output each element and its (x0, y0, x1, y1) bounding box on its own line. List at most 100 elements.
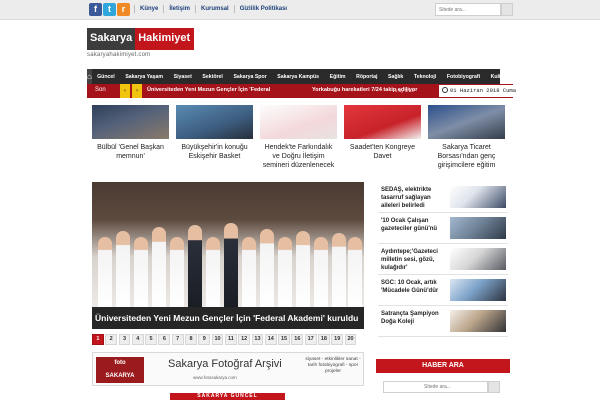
page-button[interactable]: 11 (224, 334, 237, 345)
page-button[interactable]: 10 (211, 334, 224, 345)
nav-item-fotobiyografi[interactable]: Fotobiyografi (442, 74, 486, 80)
news-card-title[interactable]: Sakarya Ticaret Borsası'ndan genç girişi… (428, 143, 505, 170)
list-item-title[interactable]: SGC: 10 Ocak, artık 'Mücadele Günü'dür (381, 279, 449, 295)
page-button[interactable]: 4 (131, 334, 144, 345)
slider-image[interactable] (92, 182, 364, 307)
ticker-headline-1[interactable]: Üniversiteden Yeni Mezun Gençler İçin 'F… (147, 87, 270, 93)
foto-banner-url: www.fotosakarya.com (193, 375, 237, 380)
page-button[interactable]: 18 (318, 334, 330, 345)
page-button[interactable]: 9 (198, 334, 211, 345)
news-card-title[interactable]: Bülbül 'Genel Başkan memnun' (92, 143, 169, 161)
photo-figure (170, 237, 184, 307)
page-button[interactable]: 7 (171, 334, 184, 345)
list-item[interactable]: '10 Ocak Çalışan gazeteciler günü'nü (378, 213, 508, 244)
news-card-thumbnail[interactable] (344, 105, 421, 139)
page-button[interactable]: 5 (145, 334, 157, 345)
list-item-thumbnail[interactable] (450, 279, 506, 301)
page-button[interactable]: 19 (331, 334, 344, 345)
photo-figure (348, 237, 362, 307)
news-card-title[interactable]: Büyükşehir'in konuğu Eskişehir Basket (176, 143, 253, 161)
list-item-title[interactable]: Satrançta Şampiyon Doğa Koleji (381, 310, 449, 326)
list-item-thumbnail[interactable] (450, 186, 506, 208)
featured-cards: Bülbül 'Genel Başkan memnun' Büyükşehir'… (92, 105, 510, 175)
list-item[interactable]: SEDAŞ, elektrikte tasarruf sağlayan aile… (378, 182, 508, 213)
photo-figure (242, 237, 256, 307)
list-item-thumbnail[interactable] (450, 248, 506, 270)
nav-item-kulis[interactable]: Kulis (485, 74, 508, 80)
slider-caption[interactable]: Üniversiteden Yeni Mezun Gençler İçin 'F… (92, 307, 364, 329)
site-logo[interactable]: Sakarya Hakimiyet sakaryahakimiyet.com (87, 28, 195, 58)
ticker-prev-icon[interactable]: ‹ (120, 84, 130, 98)
news-card-thumbnail[interactable] (92, 105, 169, 139)
photo-figure (188, 225, 202, 307)
twitter-icon[interactable]: t (103, 3, 116, 16)
facebook-icon[interactable]: f (89, 3, 102, 16)
page-button[interactable]: 16 (291, 334, 304, 345)
news-card[interactable]: Hendek'te Farkındalık ve Doğru İletişim … (260, 105, 337, 175)
photo-figure (260, 229, 274, 307)
headline-slider[interactable]: Üniversiteden Yeni Mezun Gençler İçin 'F… (92, 182, 364, 330)
page-button[interactable]: 17 (304, 334, 317, 345)
page-button[interactable]: 15 (278, 334, 290, 345)
news-card-thumbnail[interactable] (176, 105, 253, 139)
nav-item-roportaj[interactable]: Röportaj (351, 74, 383, 80)
news-card[interactable]: Sakarya Ticaret Borsası'ndan genç girişi… (428, 105, 505, 175)
foto-banner-title: Sakarya Fotoğraf Arşivi (168, 358, 282, 370)
photo-figure (332, 233, 346, 307)
news-card-thumbnail[interactable] (428, 105, 505, 139)
sidebar-search-button[interactable] (488, 381, 500, 393)
list-item-thumbnail[interactable] (450, 310, 506, 332)
news-card-thumbnail[interactable] (260, 105, 337, 139)
nav-item-sakarya-spor[interactable]: Sakarya Spor (228, 74, 272, 80)
nav-item-egitim[interactable]: Eğitim (324, 74, 350, 80)
news-card-title[interactable]: Saadet'ten Kongreye Davet (344, 143, 421, 161)
news-card[interactable]: Saadet'ten Kongreye Davet (344, 105, 421, 175)
list-item[interactable]: Aydıntepe;'Gazeteci milletin sesi, gözü,… (378, 244, 508, 275)
page-button[interactable]: 3 (118, 334, 131, 345)
page-button[interactable]: 8 (185, 334, 197, 345)
nav-item-sakarya-kampus[interactable]: Sakarya Kampüs (272, 74, 324, 80)
top-search-button[interactable] (501, 3, 513, 16)
ticker-time: 5 ay önce (395, 88, 415, 93)
list-item[interactable]: Satrançta Şampiyon Doğa Koleji (378, 306, 508, 337)
page-button[interactable]: 14 (264, 334, 277, 345)
nav-item-guncel[interactable]: Güncel (92, 74, 120, 80)
list-item-thumbnail[interactable] (450, 217, 506, 239)
link-kunye[interactable]: Künye (134, 5, 163, 13)
page-button[interactable]: 6 (158, 334, 171, 345)
rss-icon[interactable]: r (117, 3, 130, 16)
photo-figure (134, 237, 148, 307)
list-item-title[interactable]: SEDAŞ, elektrikte tasarruf sağlayan aile… (381, 186, 449, 210)
link-kurumsal[interactable]: Kurumsal (195, 5, 234, 13)
foto-sakarya-logo: foto SAKARYA (96, 357, 144, 383)
social-links: f t r (89, 3, 130, 16)
link-gizlilik[interactable]: Gizlilik Politikası (233, 5, 292, 13)
page-button[interactable]: 13 (251, 334, 264, 345)
page-button[interactable]: 1 (92, 334, 104, 345)
haber-ara-heading: HABER ARA (376, 359, 510, 373)
list-item[interactable]: SGC: 10 Ocak, artık 'Mücadele Günü'dür (378, 275, 508, 306)
nav-item-siyaset[interactable]: Siyaset (168, 74, 197, 80)
logo-subtitle: sakaryahakimiyet.com (87, 52, 151, 58)
link-iletisim[interactable]: İletişim (163, 5, 195, 13)
photo-figure (224, 223, 238, 307)
page-button[interactable]: 2 (105, 334, 118, 345)
nav-item-sektorel[interactable]: Sektörel (197, 74, 228, 80)
sidebar-search-input[interactable] (383, 381, 488, 393)
news-card[interactable]: Büyükşehir'in konuğu Eskişehir Basket (176, 105, 253, 175)
list-item-title[interactable]: '10 Ocak Çalışan gazeteciler günü'nü (381, 217, 449, 233)
ticker-next-icon[interactable]: › (132, 84, 142, 98)
news-card-title[interactable]: Hendek'te Farkındalık ve Doğru İletişim … (260, 143, 337, 170)
sakarya-guncel-banner[interactable]: SAKARYA GÜNCEL (170, 393, 285, 400)
foto-sakarya-banner[interactable]: foto SAKARYA Sakarya Fotoğraf Arşivi www… (92, 352, 364, 386)
ticker-date: 01 Haziran 2018 Cuma (439, 85, 516, 97)
page-button[interactable]: 12 (238, 334, 251, 345)
nav-item-sakarya-yasam[interactable]: Sakarya Yaşam (120, 74, 168, 80)
page-button[interactable]: 20 (344, 334, 357, 345)
nav-item-saglik[interactable]: Sağlık (383, 74, 409, 80)
nav-item-teknoloji[interactable]: Teknoloji (409, 74, 442, 80)
top-links: Künye İletişim Kurumsal Gizlilik Politik… (134, 5, 292, 13)
top-search-input[interactable] (435, 3, 501, 16)
news-card[interactable]: Bülbül 'Genel Başkan memnun' (92, 105, 169, 175)
list-item-title[interactable]: Aydıntepe;'Gazeteci milletin sesi, gözü,… (381, 248, 449, 272)
